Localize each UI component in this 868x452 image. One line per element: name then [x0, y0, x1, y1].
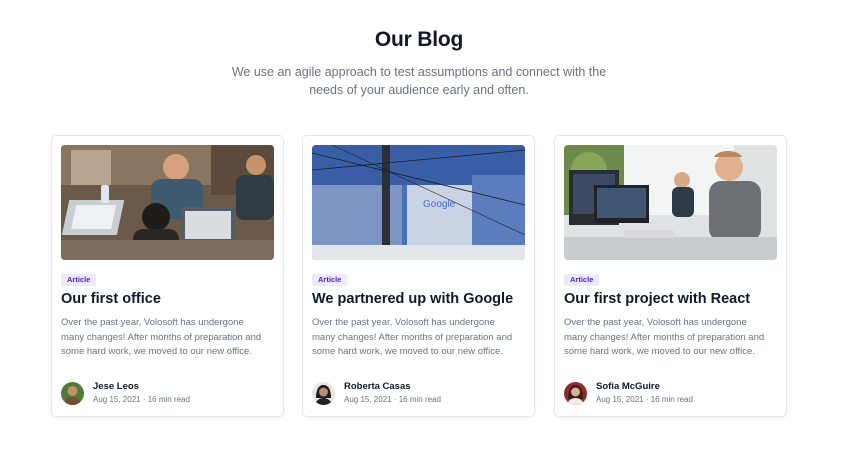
blog-subtitle: We use an agile approach to test assumpt… [231, 65, 607, 97]
author-name: Roberta Casas [344, 380, 411, 392]
avatar [564, 381, 587, 405]
post-meta: Aug 15, 2021 · 16 min read [596, 394, 693, 404]
blog-card[interactable]: Article Our first office Over the past y… [51, 135, 284, 417]
google-sign: Google [423, 199, 456, 210]
post-title[interactable]: Our first project with React [564, 291, 782, 307]
post-title[interactable]: We partnered up with Google [312, 291, 530, 307]
author-name: Sofia McGuire [596, 380, 660, 392]
post-excerpt: Over the past year, Volosoft has undergo… [312, 317, 513, 357]
blog-card[interactable]: Article Our first project with React Ove… [554, 135, 787, 417]
article-badge: Article [312, 274, 348, 286]
post-image[interactable] [564, 145, 777, 260]
post-excerpt: Over the past year, Volosoft has undergo… [564, 317, 765, 357]
article-badge: Article [61, 274, 97, 286]
post-author: Roberta Casas Aug 15, 2021 · 16 min read [312, 381, 441, 405]
post-meta: Aug 15, 2021 · 16 min read [344, 394, 441, 404]
blog-heading: Our Blog [374, 28, 464, 51]
avatar [312, 381, 335, 405]
article-badge: Article [564, 274, 600, 286]
post-excerpt: Over the past year, Volosoft has undergo… [61, 317, 262, 357]
post-image[interactable] [61, 145, 274, 260]
post-title[interactable]: Our first office [61, 291, 279, 307]
author-name: Jese Leos [93, 380, 139, 392]
avatar [61, 381, 84, 405]
blog-card[interactable]: Google Article We partnered up with Goog… [302, 135, 535, 417]
post-author: Jese Leos Aug 15, 2021 · 16 min read [61, 381, 190, 405]
post-image[interactable]: Google [312, 145, 525, 260]
post-author: Sofia McGuire Aug 15, 2021 · 16 min read [564, 381, 693, 405]
post-meta: Aug 15, 2021 · 16 min read [93, 394, 190, 404]
